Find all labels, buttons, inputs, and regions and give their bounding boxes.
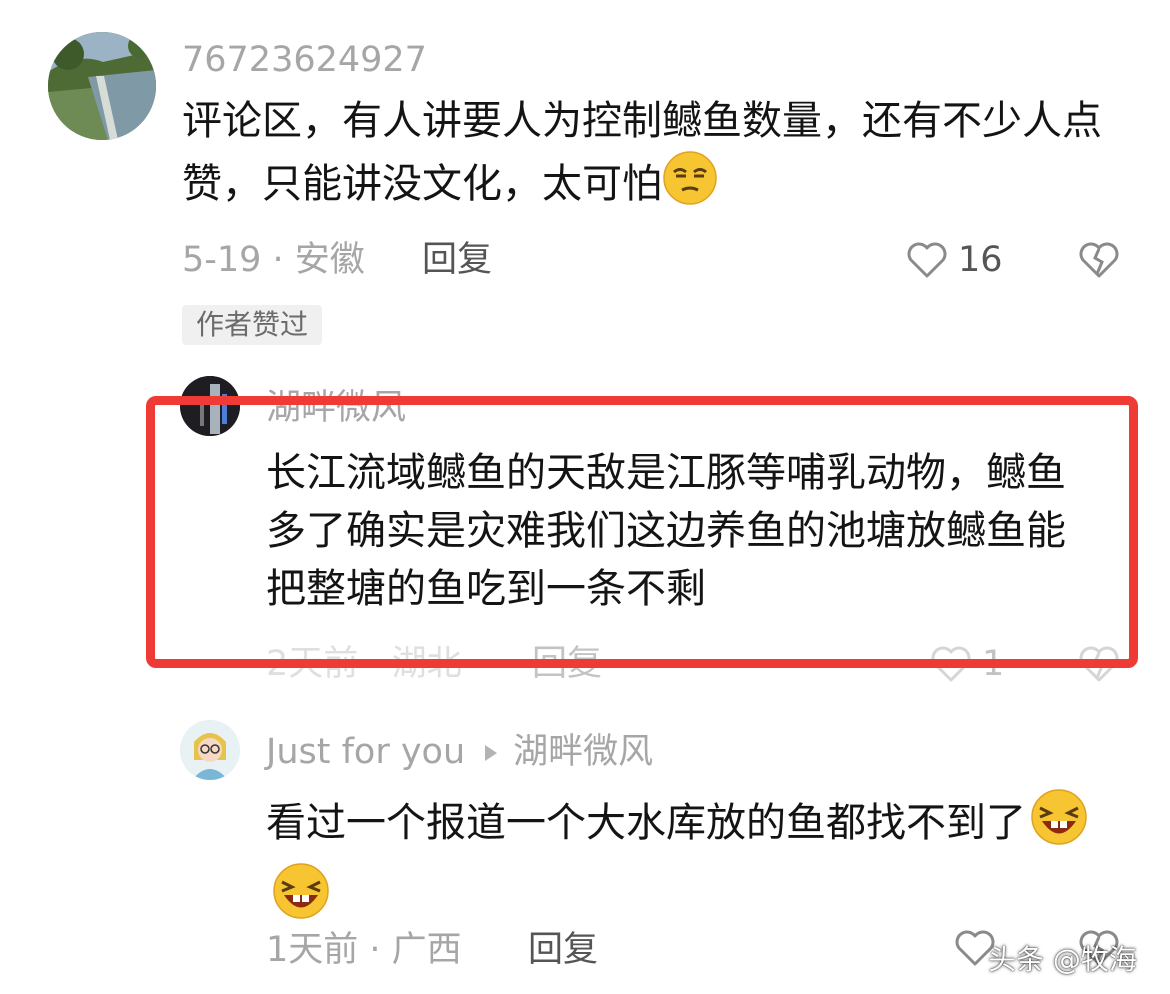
laughing-emoji-icon [1030, 788, 1088, 862]
like-count: 16 [958, 240, 1003, 280]
laughing-emoji-icon [272, 862, 330, 936]
comment-username[interactable]: Just for you [266, 732, 465, 772]
comment-username[interactable]: 76723624927 [182, 40, 427, 80]
heart-outline-icon[interactable] [906, 240, 948, 284]
comment-date-location: 1天前 · 广西 [266, 930, 462, 970]
avatar-76723624927[interactable] [48, 32, 156, 140]
comment-date-location: 5-19 · 安徽 [182, 240, 365, 280]
avatar-just-for-you[interactable] [180, 720, 240, 780]
comment-text: 看过一个报道一个大水库放的鱼都找不到了 [266, 788, 1106, 936]
reply-button[interactable]: 回复 [422, 240, 492, 280]
comment-text-content: 评论区，有人讲要人为控制鳡鱼数量，还有不少人点赞，只能讲没文化，太可怕 [182, 98, 1102, 207]
comment-username-line: Just for you 湖畔微风 [266, 732, 653, 772]
highlight-box [146, 396, 1138, 668]
comment-text: 评论区，有人讲要人为控制鳡鱼数量，还有不少人点赞，只能讲没文化，太可怕 [182, 92, 1112, 222]
author-liked-badge: 作者赞过 [182, 305, 323, 345]
comment-text-content: 看过一个报道一个大水库放的鱼都找不到了 [266, 800, 1026, 846]
triangle-right-icon [483, 732, 499, 772]
reply-to-username[interactable]: 湖畔微风 [513, 732, 653, 772]
broken-heart-icon[interactable] [1078, 240, 1120, 284]
squint-emoji-icon [662, 150, 718, 222]
watermark: 头条 @牧海 [988, 943, 1137, 976]
reply-button[interactable]: 回复 [528, 930, 598, 970]
